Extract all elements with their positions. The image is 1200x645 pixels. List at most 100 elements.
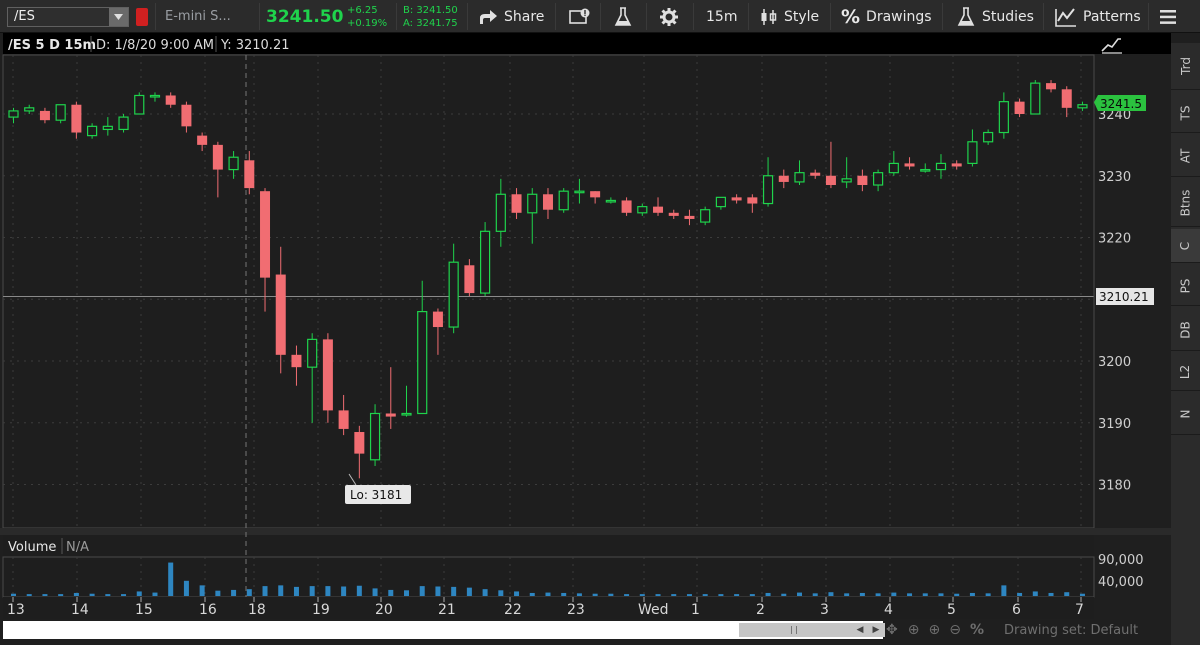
- chart-scrollbar[interactable]: ◀ ▶: [3, 621, 885, 639]
- volume-bar: [907, 593, 913, 596]
- volume-bar: [356, 585, 362, 596]
- chart-area[interactable]: 3180319032003210322032303240 90,00040,00…: [0, 33, 1200, 645]
- candle: [134, 92, 145, 115]
- candle-body: [794, 172, 805, 183]
- candle-body: [605, 199, 616, 203]
- studies-button[interactable]: Studies: [956, 0, 1034, 33]
- sidebar-tab-ts[interactable]: TS: [1171, 93, 1200, 133]
- volume-bar: [545, 592, 551, 596]
- patterns-icon: [1055, 7, 1076, 27]
- share-button[interactable]: Share: [478, 0, 544, 33]
- crosshair-price-text: 3210.21: [1099, 290, 1149, 304]
- candle-body: [590, 191, 601, 198]
- volume-bar: [73, 592, 79, 596]
- candle-body: [668, 212, 679, 216]
- time-tick-label: 13: [7, 602, 25, 618]
- sidebar-tab-label: L2: [1178, 364, 1193, 379]
- candle-body: [24, 107, 35, 112]
- candle-body: [621, 200, 632, 213]
- time-tick-label: 16: [199, 602, 217, 618]
- more-menu-button[interactable]: [1160, 0, 1176, 33]
- drawing-set-label[interactable]: Drawing set: Default: [1004, 623, 1138, 638]
- candle-body: [1061, 89, 1072, 108]
- link-group-button[interactable]: [136, 8, 148, 26]
- volume-bar: [639, 594, 645, 596]
- candle-body: [149, 94, 161, 98]
- sidebar-tab-db[interactable]: DB: [1171, 309, 1200, 351]
- sidebar-tab-label: TS: [1178, 105, 1193, 120]
- volume-bar: [891, 592, 897, 596]
- candle-body: [967, 141, 978, 164]
- panel-splitter[interactable]: [0, 528, 1171, 535]
- scrollbar-thumb[interactable]: [739, 623, 851, 637]
- studies-lab-button[interactable]: [613, 0, 633, 33]
- price-chart-svg[interactable]: 3180319032003210322032303240 90,00040,00…: [0, 33, 1200, 645]
- candle-body: [417, 311, 428, 415]
- volume-bar: [152, 592, 158, 596]
- sidebar-tab-label: AT: [1178, 148, 1193, 163]
- candle-body: [432, 311, 443, 328]
- candle-body: [998, 101, 1009, 134]
- volume-header-bar: [3, 535, 1094, 557]
- style-button[interactable]: Style: [760, 0, 819, 33]
- symbol-input[interactable]: /ES: [7, 7, 129, 27]
- price-panel[interactable]: [2, 54, 1095, 529]
- candle-body: [747, 197, 758, 204]
- scroll-right-button[interactable]: ▶: [867, 623, 885, 637]
- candle: [700, 206, 711, 226]
- candle-body: [935, 162, 947, 171]
- volume-bar: [498, 590, 504, 596]
- volume-panel[interactable]: [2, 556, 1095, 598]
- volume-bar: [718, 594, 724, 596]
- low-annotation-text: Lo: 3181: [350, 488, 402, 502]
- sidebar-tab-at[interactable]: AT: [1171, 135, 1200, 177]
- candle-body: [385, 413, 396, 417]
- candle-body: [841, 178, 852, 183]
- volume-bar: [388, 589, 394, 596]
- candle-body: [1077, 104, 1088, 109]
- candle: [480, 222, 491, 297]
- patterns-button[interactable]: Patterns: [1055, 0, 1141, 33]
- volume-bar: [419, 586, 425, 596]
- sidebar-tab-c[interactable]: C: [1171, 229, 1200, 263]
- style-label: Style: [784, 8, 820, 25]
- sidebar-tab-n[interactable]: N: [1171, 393, 1200, 435]
- volume-bar: [1064, 592, 1070, 596]
- symbol-dropdown-button[interactable]: [109, 8, 128, 26]
- time-tick-label: 21: [438, 602, 456, 618]
- zoom-in-icon[interactable]: ⊕: [928, 622, 940, 638]
- sidebar-tab-trd[interactable]: Trd: [1171, 43, 1200, 90]
- sidebar-tab-ps[interactable]: PS: [1171, 266, 1200, 306]
- volume-bar: [529, 592, 535, 596]
- candle-body: [86, 125, 98, 137]
- candle-body: [810, 172, 821, 176]
- sidebar-tab-btns[interactable]: Btns: [1171, 179, 1200, 227]
- sidebar-tab-l2[interactable]: L2: [1171, 353, 1200, 391]
- volume-bar: [121, 594, 127, 596]
- volume-bar: [1032, 591, 1038, 596]
- volume-bar: [749, 594, 755, 596]
- candle-body: [307, 338, 318, 368]
- time-tick-label: 23: [567, 602, 585, 618]
- volume-bar: [404, 590, 409, 596]
- alerts-button[interactable]: [569, 0, 591, 33]
- candle-body: [448, 261, 459, 328]
- volume-bar: [655, 594, 661, 596]
- studies-label: Studies: [982, 8, 1034, 25]
- right-sidebar-tabs: Trd TS AT Btns C PS DB L2 N: [1171, 43, 1200, 645]
- drawings-button[interactable]: % Drawings: [841, 0, 932, 33]
- volume-bar: [608, 593, 614, 596]
- zoom-out-icon[interactable]: ⊖: [949, 622, 961, 638]
- volume-bar: [624, 594, 630, 596]
- crosshair-icon[interactable]: ⊕: [908, 622, 920, 638]
- candle-body: [731, 197, 742, 201]
- pan-icon[interactable]: ✥: [886, 622, 898, 638]
- chart-settings-button[interactable]: [659, 0, 679, 33]
- drawings-label: Drawings: [866, 8, 932, 25]
- net-change: +6.25: [347, 5, 378, 16]
- percent-scale-icon[interactable]: %: [970, 622, 984, 638]
- volume-axis: 90,000 40,000: [1098, 553, 1144, 590]
- volume-bar: [26, 594, 32, 596]
- candle-body: [700, 209, 711, 223]
- timeframe-selector[interactable]: 15m: [706, 0, 737, 33]
